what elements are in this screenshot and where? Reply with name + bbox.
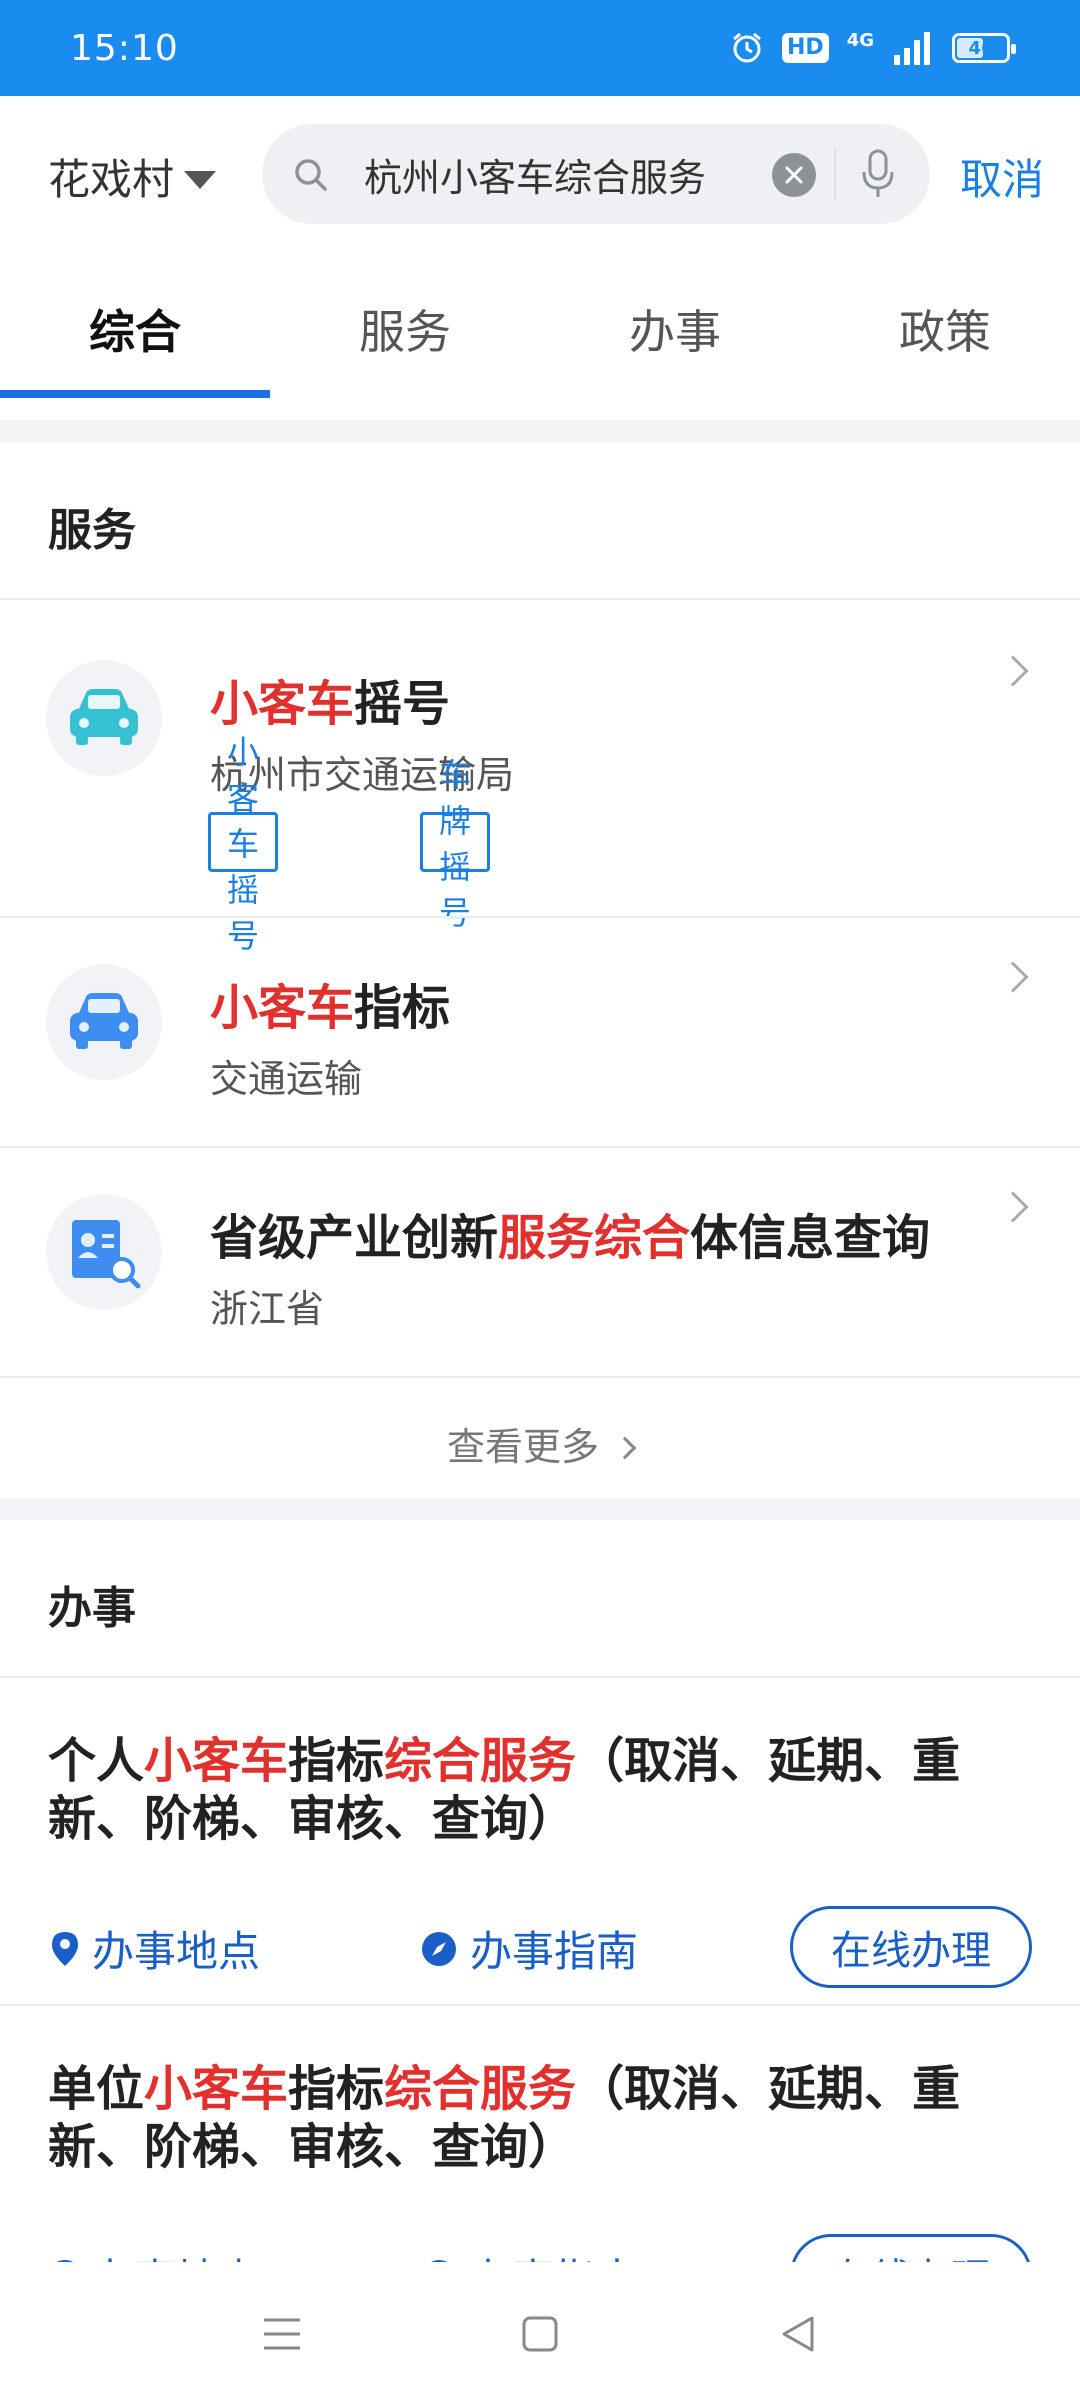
search-header: 花戏村 取消	[0, 96, 1080, 252]
chevron-right-icon	[997, 1191, 1029, 1223]
status-bar: 15:10 HD 4G 46	[0, 0, 1080, 96]
search-icon	[295, 159, 327, 191]
tag-plate-lottery[interactable]: 车牌摇号	[420, 756, 491, 932]
id-card-search-icon	[72, 1220, 141, 1289]
clear-search-button[interactable]	[772, 153, 816, 197]
car-icon	[70, 689, 138, 745]
divider	[0, 1376, 1080, 1378]
see-more-link[interactable]: 查看更多	[0, 1416, 1080, 1471]
guide-link[interactable]: 办事指南	[420, 1918, 638, 1979]
affairs-section-title: 办事	[48, 1583, 136, 1634]
tab-services[interactable]: 服务	[270, 252, 540, 398]
service-item[interactable]: 小客车指标 交通运输	[0, 918, 1080, 1146]
close-icon	[785, 166, 803, 184]
location-pin-icon	[52, 1931, 78, 1966]
tag-lottery[interactable]: 小客车摇号	[208, 733, 279, 955]
see-more-label: 查看更多	[446, 1425, 599, 1469]
section-gap	[0, 1498, 1080, 1520]
online-process-button[interactable]: 在线办理	[790, 1906, 1032, 1988]
battery-level: 46	[968, 37, 994, 59]
back-icon[interactable]	[778, 2314, 818, 2354]
microphone-icon[interactable]	[860, 148, 896, 200]
tab-affairs[interactable]: 办事	[540, 252, 810, 398]
service-icon	[46, 660, 162, 776]
tab-comprehensive[interactable]: 综合	[0, 252, 270, 398]
battery-icon: 46	[952, 33, 1016, 63]
affair-item[interactable]: 个人小客车指标综合服务（取消、延期、重新、阶梯、审核、查询） 办事地点 办事指南…	[0, 1678, 1080, 2004]
services-section-title: 服务	[48, 505, 136, 556]
chevron-right-icon	[997, 655, 1029, 687]
car-icon	[70, 993, 138, 1049]
menu-icon[interactable]	[262, 2314, 302, 2354]
alarm-icon	[733, 32, 761, 63]
status-icons: HD 4G 46	[730, 29, 1016, 65]
service-category: 交通运输	[210, 1057, 363, 1101]
caret-down-icon	[184, 170, 217, 189]
signal-icon	[894, 32, 930, 65]
home-icon[interactable]	[520, 2314, 560, 2354]
service-title: 小客车指标	[210, 980, 451, 1036]
service-region: 浙江省	[210, 1287, 325, 1331]
affair-actions: 办事地点 办事指南 在线办理	[0, 1906, 1080, 1990]
guide-label: 办事指南	[470, 1927, 639, 1976]
location-link[interactable]: 办事地点	[50, 1918, 260, 1979]
affair-title: 个人小客车指标综合服务（取消、延期、重新、阶梯、审核、查询）	[48, 1733, 961, 1847]
city-name: 花戏村	[48, 155, 175, 204]
compass-icon	[422, 1931, 456, 1966]
cancel-button[interactable]: 取消	[960, 146, 1044, 207]
system-nav-bar	[0, 2270, 1080, 2400]
city-selector[interactable]: 花戏村	[48, 146, 217, 207]
network-type: 4G	[846, 29, 874, 51]
hd-badge: HD	[782, 33, 829, 63]
service-title: 小客车摇号	[210, 676, 451, 732]
status-time: 15:10	[70, 27, 179, 69]
tab-policy[interactable]: 政策	[810, 252, 1080, 398]
service-icon	[46, 964, 162, 1080]
chevron-right-icon	[997, 961, 1029, 993]
search-divider	[834, 148, 836, 200]
service-title: 省级产业创新服务综合体信息查询	[210, 1210, 931, 1266]
service-item[interactable]: 省级产业创新服务综合体信息查询 浙江省	[0, 1148, 1080, 1376]
section-gap	[0, 420, 1080, 442]
affair-title: 单位小客车指标综合服务（取消、延期、重新、阶梯、审核、查询）	[48, 2061, 961, 2175]
tab-bar: 综合 服务 办事 政策	[0, 252, 1080, 398]
service-icon	[46, 1194, 162, 1310]
location-label: 办事地点	[92, 1927, 261, 1976]
chevron-right-icon	[613, 1436, 637, 1460]
search-input[interactable]	[364, 146, 754, 202]
search-box	[262, 124, 930, 224]
service-item[interactable]: 小客车摇号 杭州市交通运输局 小客车摇号 车牌摇号	[0, 600, 1080, 955]
